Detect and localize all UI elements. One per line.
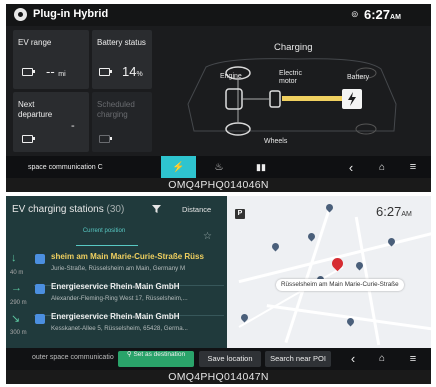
station-name: Energieservice Rhein-Main GmbH — [51, 282, 180, 291]
scheduled-charging-label: Scheduled charging — [97, 100, 135, 119]
direction-arrow-icon: ↓ — [11, 252, 17, 264]
bar-chart-icon: ▮▮ — [256, 161, 266, 172]
page-title: Plug-in Hybrid — [33, 8, 109, 20]
chevron-left-icon: ‹ — [350, 351, 356, 366]
station-distance: 300 m — [10, 330, 27, 336]
station-address: Alexander-Fleming-Ring West 17, Rüsselsh… — [51, 295, 188, 302]
direction-arrow-icon: ↘ — [11, 313, 21, 325]
charging-icon — [35, 284, 45, 294]
image-caption: OMQ4PHQ014046N — [6, 178, 431, 192]
signal-icon: ⊚ — [351, 9, 359, 19]
clock: 6:27AM — [376, 204, 412, 219]
direction-arrow-icon: → — [11, 282, 22, 294]
image-caption: OMQ4PHQ014047N — [6, 370, 431, 384]
status-bar: Plug-in Hybrid ⊚ 6:27AM — [6, 4, 431, 26]
current-position-tab[interactable]: Current position — [80, 228, 128, 235]
wheel-icon — [355, 123, 377, 135]
ev-range-tile[interactable]: EV range -- mi — [13, 30, 89, 89]
seat-icon: ♨ — [214, 161, 224, 173]
bottom-nav: space communication C ⚡ ♨ ▮▮ ‹ ⌂ ≡ — [6, 156, 431, 178]
bottom-action-bar: outer space communicatio ⚲ Set as destin… — [6, 348, 431, 370]
station-name: sheim am Main Marie-Curie-Straße Rüss — [51, 252, 204, 261]
electric-motor-label: Electric motor — [279, 70, 302, 85]
station-list-item[interactable]: ↘ 300 m Energieservice Rhein-Main GmbH K… — [6, 308, 227, 346]
station-distance: 40 m — [10, 270, 24, 276]
selected-location-label[interactable]: Rüsselsheim am Main Marie-Curie-Straße — [276, 279, 404, 291]
save-location-button[interactable]: Save location — [199, 351, 261, 367]
battery-status-value: 14% — [122, 64, 143, 79]
next-departure-label: Next departure — [18, 100, 53, 119]
tab-underline — [76, 245, 138, 246]
back-button[interactable]: ‹ — [343, 351, 363, 367]
charging-icon — [35, 254, 45, 264]
chevron-left-icon: ‹ — [348, 159, 354, 175]
scheduled-charging-tile[interactable]: Scheduled charging — [92, 92, 152, 152]
charging-station-pin[interactable] — [306, 231, 317, 242]
battery-status-label: Battery status — [97, 38, 146, 47]
home-icon: ⌂ — [378, 161, 386, 173]
powertrain-diagram — [187, 58, 397, 136]
station-distance: 290 m — [10, 300, 27, 306]
next-departure-tile[interactable]: Next departure - — [13, 92, 89, 152]
battery-icon — [99, 68, 112, 76]
search-near-poi-button[interactable]: Search near POI — [265, 351, 331, 367]
menu-icon: ≡ — [409, 161, 417, 173]
charging-stations-panel: EV charging stations (30) Distance Curre… — [6, 196, 227, 348]
menu-button[interactable]: ≡ — [403, 351, 423, 367]
parking-icon: P — [235, 209, 245, 219]
clock: 6:27AM — [364, 7, 401, 22]
charging-icon — [35, 314, 45, 324]
home-button[interactable]: ⌂ — [372, 156, 392, 178]
settings-gear-icon[interactable] — [14, 8, 27, 21]
ev-charging-map-screen: Rüsselsheim am Main Marie-Curie-Straße P… — [6, 196, 431, 370]
nav-stats-tab[interactable]: ▮▮ — [246, 156, 276, 178]
next-departure-value: - — [71, 120, 75, 132]
media-ticker[interactable]: space communication C — [28, 156, 128, 178]
nav-plug-tab[interactable]: ⚡ — [161, 156, 196, 178]
charging-station-pin[interactable] — [270, 241, 281, 252]
menu-icon: ≡ — [409, 353, 417, 365]
engine-label: Engine — [220, 73, 242, 80]
plug-icon — [22, 135, 35, 143]
nav-climate-tab[interactable]: ♨ — [204, 156, 234, 178]
battery-label: Battery — [347, 74, 370, 81]
sort-distance-button[interactable]: Distance — [182, 205, 211, 214]
menu-button[interactable]: ≡ — [403, 156, 423, 178]
home-button[interactable]: ⌂ — [372, 351, 392, 367]
plug-icon — [99, 135, 112, 143]
wheels-label: Wheels — [264, 138, 288, 145]
favorite-star-icon[interactable]: ☆ — [203, 231, 212, 242]
media-ticker[interactable]: outer space communicatio — [32, 354, 114, 361]
back-button[interactable]: ‹ — [341, 156, 361, 178]
plug-icon — [22, 68, 35, 76]
charge-flow-bar — [282, 96, 342, 101]
wheel-icon — [225, 122, 251, 136]
plugin-hybrid-screen: Plug-in Hybrid ⊚ 6:27AM EV range -- mi B… — [6, 4, 431, 178]
engine-icon — [225, 88, 243, 110]
plug-nav-icon: ⚡ — [172, 161, 185, 173]
panel-title: EV charging stations (30) — [12, 204, 125, 215]
home-icon: ⌂ — [378, 353, 386, 364]
filter-icon[interactable] — [152, 205, 161, 213]
station-address: Jurie-Straße, Rüsselsheim am Main, Germa… — [51, 265, 186, 272]
station-name: Energieservice Rhein-Main GmbH — [51, 312, 180, 321]
station-address: Kesskanet-Allee 5, Rüsselsheim, 65428, G… — [51, 325, 188, 332]
set-destination-button[interactable]: ⚲ Set as destination — [118, 351, 194, 367]
ev-range-label: EV range — [18, 38, 52, 47]
motor-icon — [269, 90, 281, 108]
ev-range-value: -- mi — [46, 64, 66, 79]
battery-status-tile[interactable]: Battery status 14% — [92, 30, 152, 89]
